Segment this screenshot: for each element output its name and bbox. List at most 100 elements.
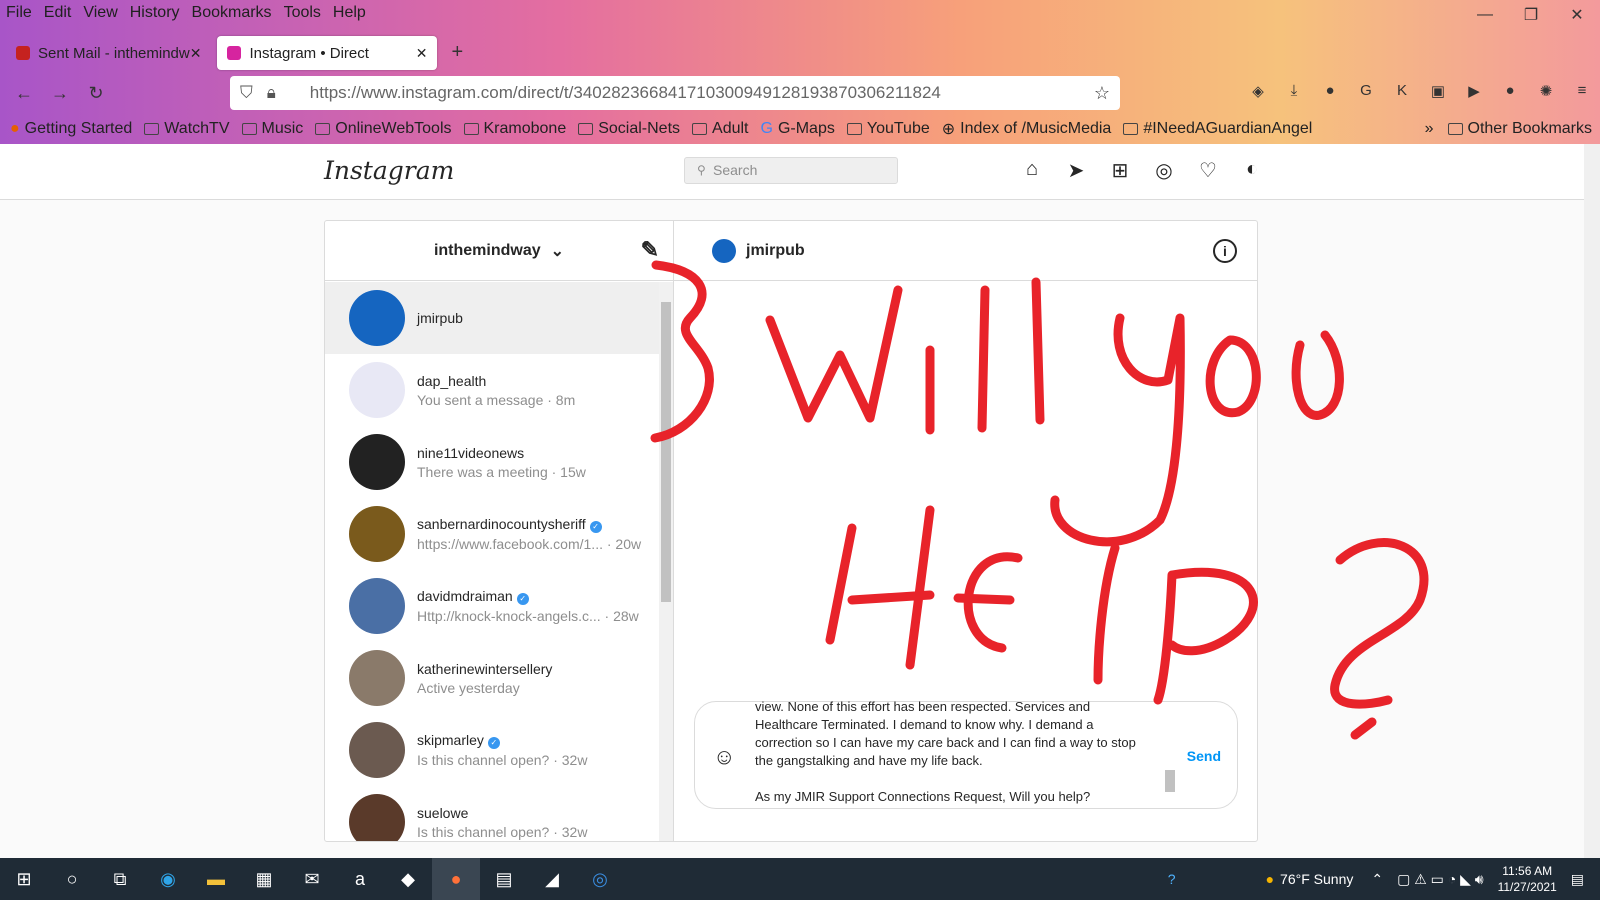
conversation-row[interactable]: sanbernardinocountysheriff ✓ https://www.f…: [325, 498, 659, 570]
bookmark-item[interactable]: Adult: [692, 120, 749, 138]
info-icon[interactable]: i: [1213, 239, 1237, 263]
heart-icon[interactable]: ♡: [1186, 158, 1230, 183]
bookmark-item[interactable]: G G-Maps: [761, 120, 835, 138]
new-tab-icon[interactable]: +: [451, 41, 463, 64]
edge-icon[interactable]: ◉: [144, 858, 192, 900]
folder-icon: [241, 123, 257, 135]
task-view-icon[interactable]: ⧉: [96, 858, 144, 900]
new-post-icon[interactable]: ⊞: [1098, 158, 1142, 183]
close-button[interactable]: ✕: [1554, 0, 1600, 30]
menu-edit[interactable]: Edit: [44, 4, 72, 22]
google-icon: G: [760, 120, 773, 137]
menu-bookmarks[interactable]: Bookmarks: [192, 4, 272, 22]
menu-tools[interactable]: Tools: [284, 4, 321, 22]
page-scrollbar[interactable]: [1584, 144, 1600, 858]
lock-icon[interactable]: 🔒︎: [267, 83, 276, 103]
app-icon[interactable]: ◢: [528, 858, 576, 900]
menu-history[interactable]: History: [130, 4, 180, 22]
shield-icon[interactable]: ⛉: [240, 83, 253, 103]
close-tab-icon[interactable]: ✕: [190, 45, 202, 62]
bookmark-item[interactable]: Kramobone: [463, 120, 566, 138]
ext-gear-icon[interactable]: ✺: [1528, 82, 1564, 100]
tab-gmail[interactable]: Sent Mail - inthemindw ✕: [6, 36, 211, 70]
close-tab-icon[interactable]: ✕: [416, 45, 428, 62]
conversation-row[interactable]: dap_health You sent a message · 8m: [325, 354, 659, 426]
tab-instagram[interactable]: Instagram • Direct ✕: [217, 36, 438, 70]
bookmark-item[interactable]: YouTube: [846, 120, 930, 138]
chat-username[interactable]: jmirpub: [746, 242, 805, 260]
conversation-row[interactable]: nine11videonews There was a meeting · 15w: [325, 426, 659, 498]
chevron-up-icon[interactable]: ⌃: [1371, 871, 1383, 888]
clock[interactable]: 11:56 AM 11/27/2021: [1498, 863, 1557, 895]
screen-icon[interactable]: ▣: [1420, 82, 1456, 100]
other-bookmarks[interactable]: » Other Bookmarks: [1425, 120, 1592, 138]
conversation-row[interactable]: suelowe Is this channel open? · 32w: [325, 786, 659, 841]
back-icon[interactable]: ←: [6, 83, 42, 104]
tray-icons[interactable]: ▢ ⚠ ▭ ◔ ◣ 🔊︎: [1397, 871, 1484, 888]
conversation-row[interactable]: jmirpub: [325, 282, 659, 354]
download-icon[interactable]: ⤓: [1276, 82, 1312, 100]
compose-icon[interactable]: ✎: [641, 237, 659, 263]
search-input[interactable]: ⚲ Search: [684, 157, 898, 184]
conversation-text: skipmarley ✓ Is this channel open? · 32w: [417, 732, 587, 768]
bookmark-item[interactable]: #INeedAGuardianAngel: [1123, 120, 1312, 138]
star-icon[interactable]: ☆: [1094, 83, 1110, 104]
store-icon[interactable]: ▦: [240, 858, 288, 900]
forward-icon[interactable]: →: [42, 83, 78, 104]
conversation-row[interactable]: skipmarley ✓ Is this channel open? · 32w: [325, 714, 659, 786]
conversation-subtitle: Is this channel open? · 32w: [417, 752, 588, 768]
bookmark-item[interactable]: ⊕ Index of /MusicMedia: [942, 119, 1112, 139]
mail-icon[interactable]: ✉: [288, 858, 336, 900]
media-icon[interactable]: ▶: [1456, 82, 1492, 100]
conversation-subtitle: Is this channel open? · 32w: [417, 823, 588, 840]
minimize-button[interactable]: —: [1462, 0, 1508, 30]
bookmark-item[interactable]: Social-Nets: [578, 120, 680, 138]
pocket-icon[interactable]: ◈: [1240, 82, 1276, 100]
dropbox-icon[interactable]: ◆: [384, 858, 432, 900]
folder-icon: [144, 123, 160, 135]
emoji-icon[interactable]: ☺: [713, 744, 735, 770]
firefox-icon[interactable]: ●: [432, 858, 480, 900]
grammarly-icon[interactable]: G: [1348, 82, 1384, 100]
menu-icon[interactable]: ≡: [1564, 82, 1600, 100]
ext-green-icon[interactable]: ●: [1492, 82, 1528, 100]
menu-help[interactable]: Help: [333, 4, 366, 22]
instagram-logo[interactable]: Instagram: [324, 156, 454, 185]
app-icon[interactable]: ▤: [480, 858, 528, 900]
message-input[interactable]: view. None of this effort has been respe…: [755, 698, 1155, 804]
menu-file[interactable]: File: [6, 4, 32, 22]
chevron-right-icon: »: [1424, 120, 1434, 137]
account-name: inthemindway: [433, 241, 541, 259]
url-bar[interactable]: ⛉ 🔒︎ https://www.instagram.com/direct/t/…: [230, 76, 1120, 110]
message-line: [755, 770, 1155, 788]
send-button[interactable]: Send: [1187, 748, 1221, 764]
direct-icon[interactable]: ➤: [1054, 158, 1098, 183]
help-icon[interactable]: ?: [1168, 871, 1176, 887]
menu-view[interactable]: View: [83, 4, 117, 22]
file-explorer-icon[interactable]: ▬: [192, 858, 240, 900]
account-switcher[interactable]: inthemindway ⌄ ✎: [325, 221, 673, 281]
notification-icon[interactable]: ▤: [1571, 871, 1584, 888]
avatar[interactable]: ◐: [1230, 158, 1274, 183]
reload-icon[interactable]: ↻: [78, 83, 114, 104]
bookmark-item[interactable]: OnlineWebTools: [315, 120, 452, 138]
search-icon[interactable]: ○: [48, 858, 96, 900]
conversation-row[interactable]: katherinewintersellery Active yesterday: [325, 642, 659, 714]
bookmark-item[interactable]: ● Getting Started: [10, 120, 132, 138]
bookmark-item[interactable]: Music: [241, 120, 303, 138]
composer-scrollbar[interactable]: [1163, 708, 1177, 804]
bookmark-item[interactable]: WatchTV: [144, 120, 230, 138]
weather-text[interactable]: 76°F Sunny: [1280, 871, 1353, 887]
message-line: view. None of this effort has been respe…: [755, 699, 1091, 714]
k-icon[interactable]: K: [1384, 82, 1420, 100]
extension-icon[interactable]: ●: [1312, 82, 1348, 100]
explore-icon[interactable]: ◎: [1142, 158, 1186, 183]
home-icon[interactable]: ⌂: [1010, 158, 1054, 183]
avatar[interactable]: [712, 238, 736, 263]
windows-start-icon[interactable]: ⊞: [0, 858, 48, 900]
restore-button[interactable]: ❐: [1508, 0, 1554, 30]
list-scrollbar[interactable]: [659, 282, 673, 841]
hp-icon[interactable]: ◎: [576, 858, 624, 900]
amazon-icon[interactable]: a: [336, 858, 384, 900]
conversation-row[interactable]: davidmdraiman ✓ Http://knock-knock-angels.…: [325, 570, 659, 642]
